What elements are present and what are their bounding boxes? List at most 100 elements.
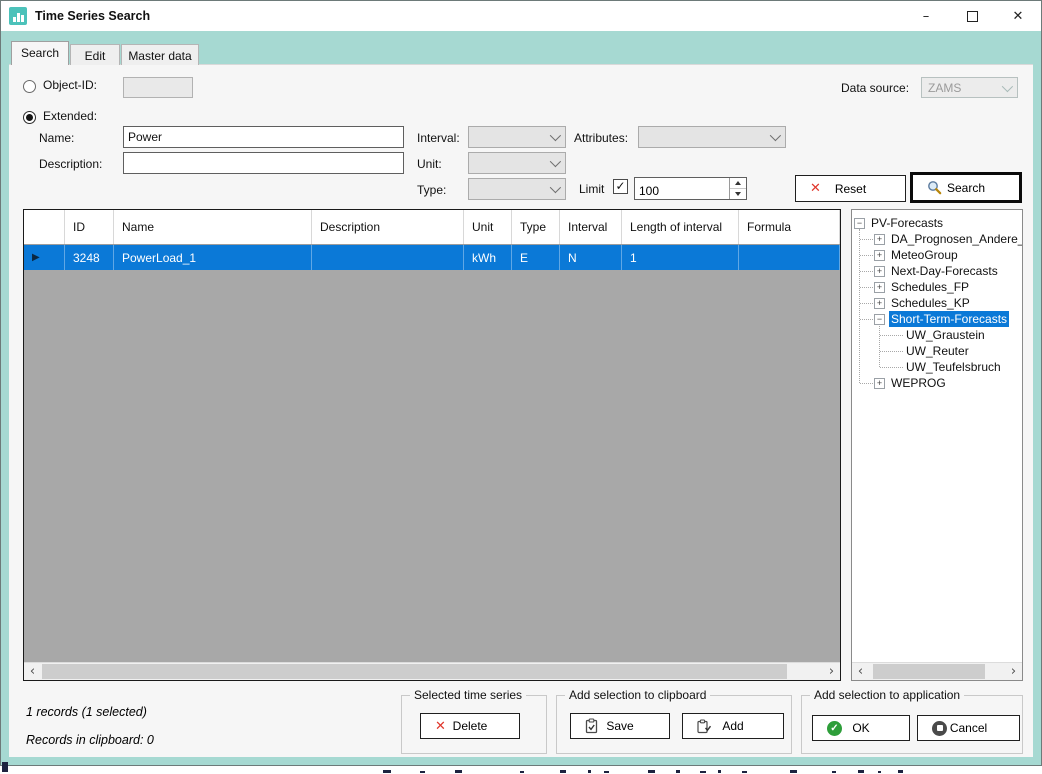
grid-horizontal-scrollbar[interactable]: ‹ › [24, 662, 840, 680]
ok-button[interactable]: ✓ OK [812, 715, 910, 741]
unit-label: Unit: [417, 157, 442, 171]
data-source-combobox[interactable]: ZAMS [921, 77, 1018, 98]
grid-column-header-formula[interactable]: Formula [739, 210, 840, 244]
tree-item-label[interactable]: PV-Forecasts [869, 215, 945, 231]
grid-cell[interactable]: 1 [622, 245, 739, 270]
grid-cell[interactable]: PowerLoad_1 [114, 245, 312, 270]
type-combobox[interactable] [468, 178, 566, 200]
table-row-selected[interactable]: ▶3248PowerLoad_1kWhEN1 [24, 245, 840, 270]
tree-item-label[interactable]: Schedules_KP [889, 295, 972, 311]
grid-row-selector-header[interactable] [24, 210, 65, 244]
unit-combobox[interactable] [468, 152, 566, 174]
limit-input[interactable] [635, 178, 735, 203]
data-source-value: ZAMS [928, 81, 961, 95]
grid-cell[interactable] [312, 245, 464, 270]
tree-item-label[interactable]: DA_Prognosen_Andere_ [889, 231, 1022, 247]
tree-item-label[interactable]: WEPROG [889, 375, 948, 391]
search-tab-page: Object-ID: Extended: Name: Description: … [9, 64, 1033, 757]
grid-column-header-name[interactable]: Name [114, 210, 312, 244]
grid-column-header-id[interactable]: ID [65, 210, 114, 244]
tree-item-uw-graustein[interactable]: UW_Graustein [852, 327, 1022, 343]
limit-spinner [634, 177, 747, 200]
scroll-left-icon[interactable]: ‹ [852, 663, 869, 680]
grid-column-header-unit[interactable]: Unit [464, 210, 512, 244]
tree-item-meteogroup[interactable]: + MeteoGroup [852, 247, 1022, 263]
grid-scrollbar-thumb[interactable] [42, 664, 787, 679]
tree-item-uw-reuter[interactable]: UW_Reuter [852, 343, 1022, 359]
cancel-button[interactable]: Cancel [917, 715, 1020, 741]
spin-down-button[interactable] [730, 189, 746, 199]
maximize-button[interactable] [949, 1, 995, 31]
clipboard-group-label: Add selection to clipboard [565, 688, 710, 702]
grid-rows: ▶3248PowerLoad_1kWhEN1 [24, 245, 840, 270]
tree-expand-plus-icon[interactable]: + [874, 298, 885, 309]
extended-radio[interactable] [23, 111, 36, 124]
attributes-label: Attributes: [574, 131, 628, 145]
tree-item-label[interactable]: UW_Teufelsbruch [904, 359, 1003, 375]
grid-empty-area [24, 270, 840, 662]
tree-item-uw-teufelsbruch[interactable]: UW_Teufelsbruch [852, 359, 1022, 375]
grid-cell[interactable] [739, 245, 840, 270]
interval-combobox[interactable] [468, 126, 566, 148]
grid-cell[interactable]: kWh [464, 245, 512, 270]
tree-expand-plus-icon[interactable]: + [874, 378, 885, 389]
save-button-label: Save [606, 719, 633, 733]
tab-master-data[interactable]: Master data [121, 44, 199, 65]
add-button[interactable]: Add [682, 713, 784, 739]
tree-collapse-minus-icon[interactable]: − [874, 314, 885, 325]
grid-column-header-type[interactable]: Type [512, 210, 560, 244]
tree-horizontal-scrollbar[interactable]: ‹ › [852, 662, 1022, 680]
tab-search[interactable]: Search [11, 41, 69, 65]
tree-expand-plus-icon[interactable]: + [874, 250, 885, 261]
name-input[interactable] [123, 126, 404, 148]
search-button[interactable]: Search [910, 172, 1022, 203]
tree-item-short-term-forecasts[interactable]: −Short-Term-Forecasts [852, 311, 1022, 327]
grid-column-header-description[interactable]: Description [312, 210, 464, 244]
tree-item-weprog[interactable]: + WEPROG [852, 375, 1022, 391]
close-button[interactable]: ✕ [995, 1, 1041, 31]
selected-time-series-group: Selected time series ✕ Delete [401, 695, 547, 754]
tree-item-label[interactable]: MeteoGroup [889, 247, 960, 263]
tree-expand-plus-icon[interactable]: + [874, 282, 885, 293]
tree-expand-plus-icon[interactable]: + [874, 234, 885, 245]
object-id-label: Object-ID: [43, 78, 97, 92]
attributes-combobox[interactable] [638, 126, 786, 148]
object-id-input[interactable] [123, 77, 193, 98]
tree-collapse-minus-icon[interactable]: − [854, 218, 865, 229]
tree-item-schedules-kp[interactable]: + Schedules_KP [852, 295, 1022, 311]
description-input[interactable] [123, 152, 404, 174]
object-id-radio[interactable] [23, 80, 36, 93]
scroll-right-icon[interactable]: › [1005, 663, 1022, 680]
tree-item-label[interactable]: Short-Term-Forecasts [889, 311, 1009, 327]
reset-button[interactable]: ✕ Reset [795, 175, 906, 202]
grid-cell[interactable]: N [560, 245, 622, 270]
delete-button-label: Delete [453, 719, 488, 733]
tree-item-label[interactable]: UW_Graustein [904, 327, 987, 343]
grid-column-header-length-of-interval[interactable]: Length of interval [622, 210, 739, 244]
grid-cell[interactable]: E [512, 245, 560, 270]
tree-scrollbar-thumb[interactable] [873, 664, 985, 679]
scroll-left-icon[interactable]: ‹ [24, 663, 41, 680]
tree-item-label[interactable]: Next-Day-Forecasts [889, 263, 1000, 279]
grid-cell[interactable]: 3248 [65, 245, 114, 270]
tree-item-schedules-fp[interactable]: + Schedules_FP [852, 279, 1022, 295]
spin-up-button[interactable] [730, 178, 746, 189]
tree-item-pv-forecasts[interactable]: −PV-Forecasts [852, 215, 1022, 231]
arrow-down-icon [735, 192, 741, 196]
results-grid: IDNameDescriptionUnitTypeIntervalLength … [23, 209, 841, 681]
tree-item-label[interactable]: UW_Reuter [904, 343, 971, 359]
tab-edit[interactable]: Edit [70, 44, 120, 65]
delete-button[interactable]: ✕ Delete [420, 713, 520, 739]
magnifier-search-icon [927, 180, 942, 195]
tree-item-next-day-forecasts[interactable]: + Next-Day-Forecasts [852, 263, 1022, 279]
tree-item-label[interactable]: Schedules_FP [889, 279, 971, 295]
grid-column-header-interval[interactable]: Interval [560, 210, 622, 244]
limit-checkbox[interactable]: ✓ [613, 179, 628, 194]
tree-items: −PV-Forecasts+DA_Prognosen_Andere_+Meteo… [852, 210, 1022, 662]
tree-item-da-prognosen-andere[interactable]: + DA_Prognosen_Andere_ [852, 231, 1022, 247]
tree-expand-plus-icon[interactable]: + [874, 266, 885, 277]
scroll-right-icon[interactable]: › [823, 663, 840, 680]
save-button[interactable]: Save [570, 713, 670, 739]
tree-connector [859, 229, 860, 383]
minimize-button[interactable]: – [903, 1, 949, 31]
